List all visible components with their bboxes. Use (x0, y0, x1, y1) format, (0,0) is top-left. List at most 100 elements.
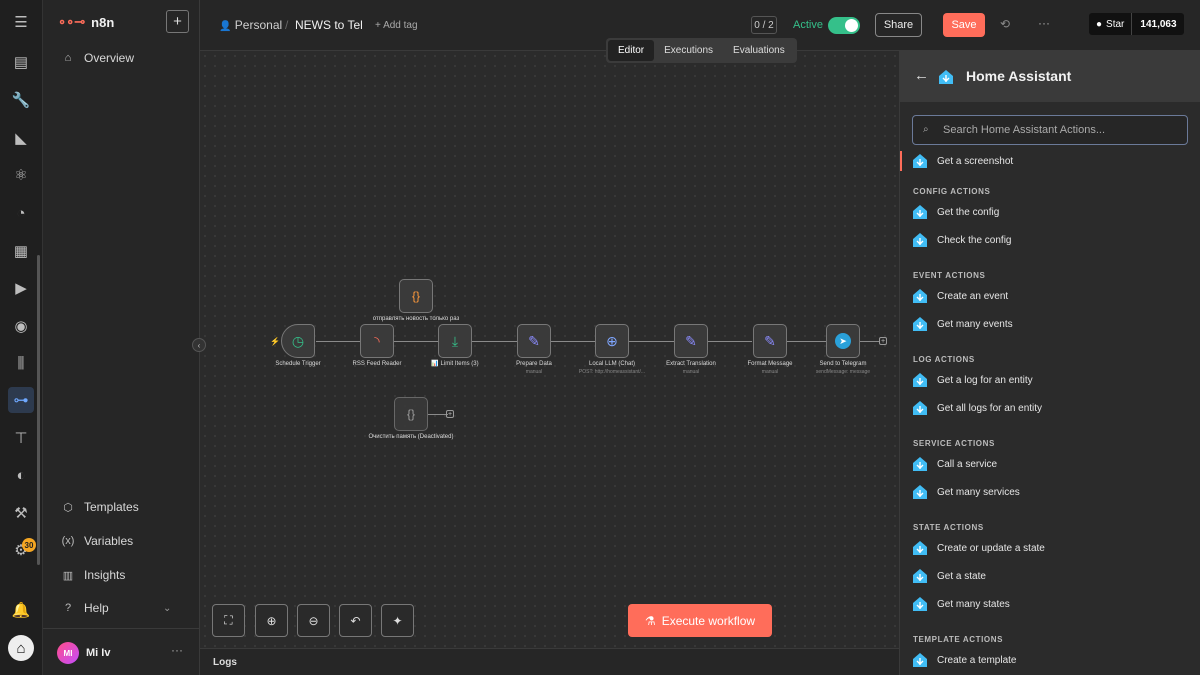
library-icon[interactable]: ⫼ (8, 350, 34, 376)
history-icon[interactable]: ⟲ (1000, 17, 1010, 31)
undo-button[interactable]: ↶ (339, 604, 372, 637)
fit-view-button[interactable]: ⛶ (212, 604, 245, 637)
breadcrumb-project[interactable]: 👤 Personal (219, 18, 282, 32)
home-assistant-avatar-icon[interactable]: ⌂ (8, 635, 34, 661)
action-item[interactable]: Get the config (912, 204, 999, 220)
workflow-name[interactable]: NEWS to Tel (295, 18, 363, 32)
share-button[interactable]: Share (875, 13, 922, 37)
rail-scrollbar[interactable] (37, 255, 40, 565)
add-button[interactable]: + (166, 10, 189, 33)
connection (629, 341, 674, 342)
connection (472, 341, 517, 342)
search-input[interactable] (943, 122, 1178, 138)
action-item[interactable]: Create or update a state (912, 540, 1045, 556)
user-menu[interactable]: MI Mi Iv ··· (43, 628, 200, 675)
connection (316, 341, 360, 342)
camera-icon[interactable]: ◣ (8, 125, 34, 151)
action-item[interactable]: Get all logs for an entity (912, 400, 1042, 416)
more-options-icon[interactable]: ··· (1038, 16, 1050, 30)
broadcast-icon[interactable]: ◉ (8, 313, 34, 339)
wrench-icon[interactable]: 🔧 (8, 87, 34, 113)
node-local-llm[interactable]: ⊕ (595, 324, 629, 358)
node-code-dedupe[interactable]: {} (399, 279, 433, 313)
node-label: 📊 Limit Items (3) (431, 361, 479, 367)
brand-name: n8n (91, 14, 115, 30)
search-field[interactable]: ⌕ (912, 115, 1188, 145)
back-arrow-icon[interactable]: ← (914, 67, 929, 84)
chevron-down-icon[interactable]: ⌄ (163, 603, 171, 614)
sidebar-item-insights[interactable]: ▥ Insights (61, 568, 126, 582)
insights-icon: ▥ (62, 569, 74, 582)
workflow-icon[interactable]: ⊶ (8, 387, 34, 413)
action-item[interactable]: Get many states (912, 596, 1010, 612)
tab-executions[interactable]: Executions (654, 40, 723, 61)
save-button[interactable]: Save (943, 13, 985, 37)
connection (787, 341, 826, 342)
home-assistant-icon (913, 541, 927, 555)
add-tag-link[interactable]: + Add tag (375, 20, 418, 31)
node-prepare-data[interactable]: ✎ (517, 324, 551, 358)
node-extract-translation[interactable]: ✎ (674, 324, 708, 358)
speedometer-icon[interactable]: ◔ (8, 200, 34, 226)
activation-counter: 0 / 2 (751, 16, 777, 34)
hammer-icon[interactable]: ⚒ (8, 500, 34, 526)
database-icon[interactable]: ▤ (8, 49, 34, 75)
tab-editor[interactable]: Editor (608, 40, 655, 61)
home-assistant-icon (913, 569, 927, 583)
sidebar-item-help[interactable]: ? Help (61, 601, 109, 615)
pencil-icon: ✎ (528, 332, 540, 349)
action-item[interactable]: Call a service (912, 456, 997, 472)
bell-icon[interactable]: 🔔 (8, 597, 34, 623)
action-item[interactable]: Get many services (912, 484, 1020, 500)
sidebar-item-overview[interactable]: ⌂ Overview (61, 51, 134, 65)
section-header: STATE ACTIONS (913, 523, 984, 532)
zoom-out-button[interactable]: ⊖ (297, 604, 330, 637)
tab-evaluations[interactable]: Evaluations (723, 40, 795, 61)
node-clear-memory[interactable]: {} (394, 397, 428, 431)
media-icon[interactable]: ▶ (8, 275, 34, 301)
sidebar: ∘∘⊸ n8n + ⌂ Overview ⬡ Templates (x) Var… (43, 0, 200, 675)
action-item[interactable]: Get a state (912, 568, 986, 584)
execute-workflow-button[interactable]: ⚗ Execute workflow (628, 604, 772, 637)
hacs-icon[interactable]: ▦ (8, 238, 34, 264)
action-item[interactable]: Get a log for an entity (912, 372, 1033, 388)
variables-icon: (x) (61, 535, 75, 547)
github-icon: ● (1096, 18, 1103, 30)
action-item[interactable]: Create a template (912, 652, 1017, 668)
tidy-up-button[interactable]: ✦ (381, 604, 414, 637)
action-item[interactable]: Get a screenshot (912, 153, 1013, 169)
sidebar-item-label: Help (84, 601, 109, 615)
node-limit-items[interactable]: ⤓ (438, 324, 472, 358)
zoom-in-button[interactable]: ⊕ (255, 604, 288, 637)
action-item[interactable]: Get many events (912, 316, 1013, 332)
section-header: SERVICE ACTIONS (913, 439, 995, 448)
sidebar-item-templates[interactable]: ⬡ Templates (61, 500, 139, 514)
sidebar-item-variables[interactable]: (x) Variables (61, 534, 134, 548)
action-item[interactable]: Create an event (912, 288, 1008, 304)
active-toggle[interactable] (828, 17, 860, 34)
collapse-sidebar-icon[interactable]: ‹ (192, 338, 206, 352)
telegram-icon: ➤ (835, 333, 851, 349)
compass-icon[interactable]: ◐ (8, 462, 34, 488)
menu-icon[interactable]: ☰ (8, 9, 34, 35)
sitemap-icon[interactable]: ⊤ (8, 425, 34, 451)
node-format-message[interactable]: ✎ (753, 324, 787, 358)
node-rss-feed-reader[interactable]: ◝ (360, 324, 394, 358)
more-icon[interactable]: ··· (171, 643, 183, 657)
atom-icon[interactable]: ⚛ (8, 162, 34, 188)
logs-panel[interactable]: Logs (200, 648, 899, 675)
node-label: Send to Telegram (819, 361, 867, 367)
node-subtitle: sendMessage: message (815, 369, 871, 375)
node-send-to-telegram[interactable]: ➤ (826, 324, 860, 358)
action-item[interactable]: Check the config (912, 232, 1012, 248)
n8n-logo[interactable]: ∘∘⊸ n8n (58, 14, 114, 30)
mode-tabs: Editor Executions Evaluations (606, 38, 797, 63)
add-node-icon[interactable]: + (879, 337, 887, 345)
add-node-icon[interactable]: + (446, 410, 454, 418)
github-star-button[interactable]: ● Star 141,063 (1089, 13, 1184, 35)
section-header: CONFIG ACTIONS (913, 187, 991, 196)
home-assistant-icon (913, 457, 927, 471)
panel-title: Home Assistant (966, 68, 1072, 84)
undo-icon: ↶ (350, 613, 361, 628)
node-schedule-trigger[interactable]: ◷ (281, 324, 315, 358)
